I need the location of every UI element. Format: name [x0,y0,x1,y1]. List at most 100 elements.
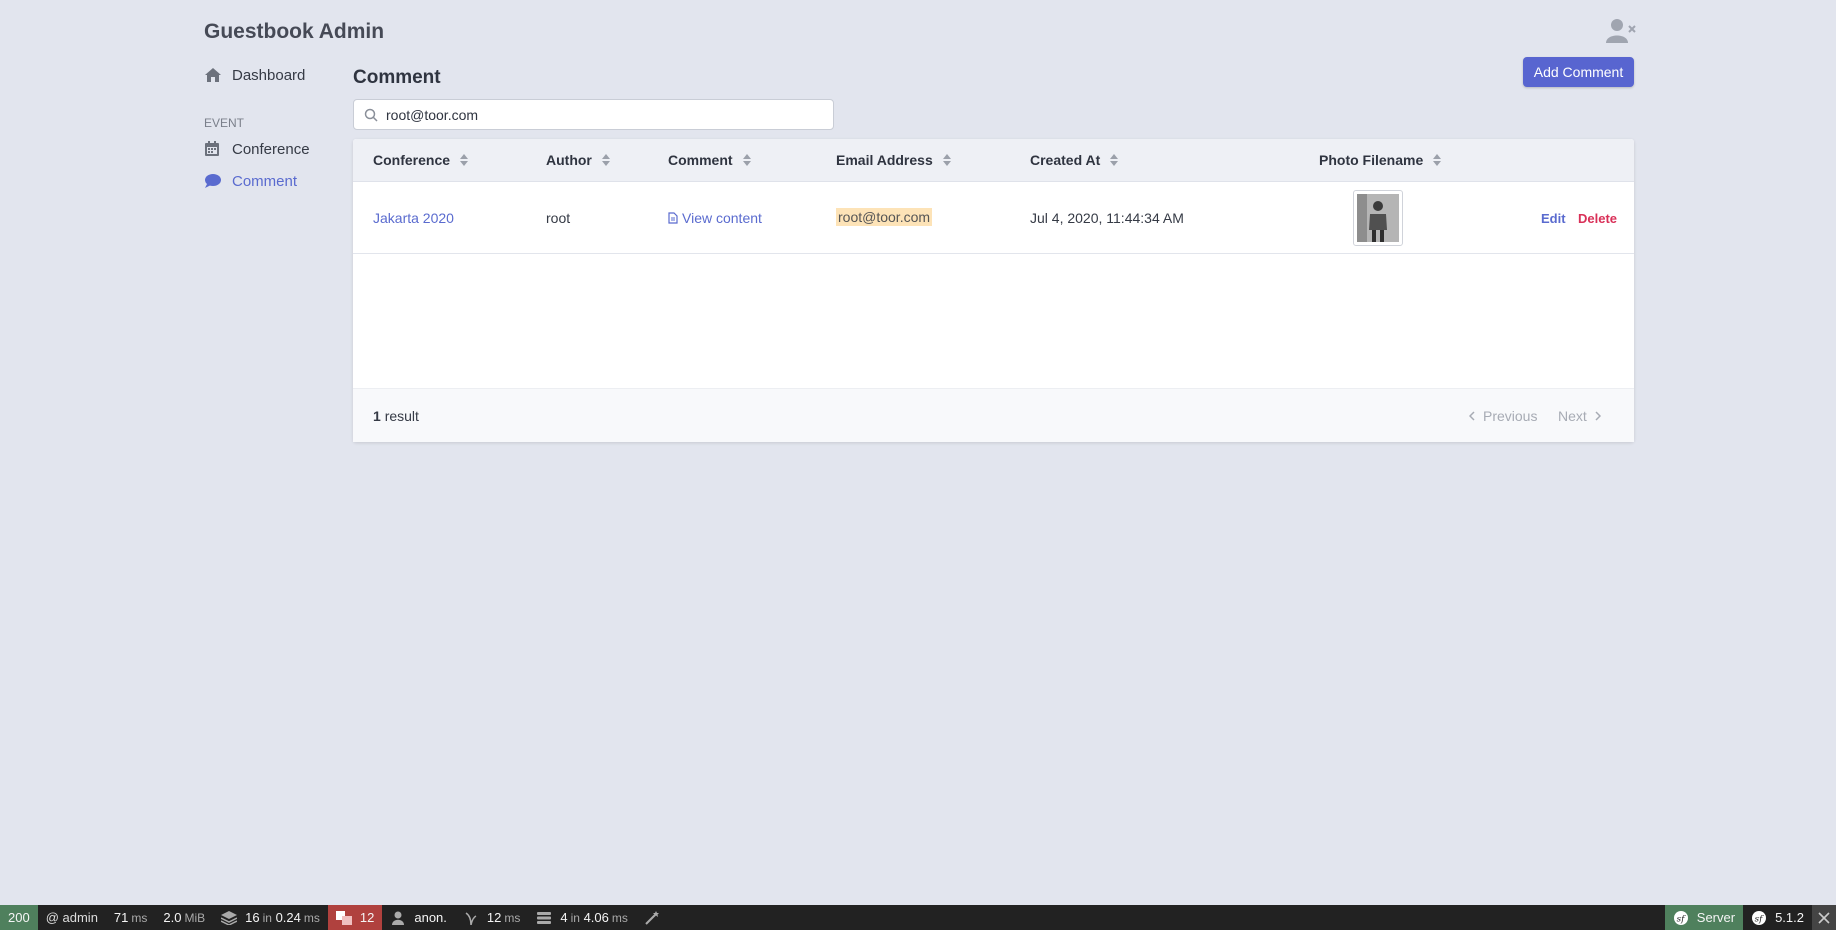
column-photo-filename[interactable]: Photo Filename [1319,152,1442,168]
column-author[interactable]: Author [546,152,610,168]
translation-icon [335,910,352,925]
db-queries: 4 [560,910,568,925]
result-number: 1 [373,408,381,424]
column-created-at[interactable]: Created At [1030,152,1119,168]
server-label: Server [1696,910,1736,925]
file-icon [668,212,678,224]
search-box[interactable] [353,99,834,130]
sidebar-section-event: EVENT [204,116,245,130]
add-comment-button[interactable]: Add Comment [1523,57,1634,87]
previous-label: Previous [1483,408,1538,424]
twig-time: 12 [486,910,502,925]
forms-unit: ms [303,910,320,925]
column-email[interactable]: Email Address [836,152,951,168]
database-icon [537,911,552,924]
user-icon [392,911,405,925]
delete-button[interactable]: Delete [1578,211,1617,226]
layers-icon [221,910,238,925]
memory-unit: MiB [184,910,206,925]
chevron-left-icon [1469,411,1475,421]
sort-icon [1110,154,1119,166]
toolbar-close-button[interactable] [1812,905,1836,930]
status-code[interactable]: 200 [0,905,38,930]
twig-icon [465,911,477,925]
forms-time: 0.24 [275,910,301,925]
sidebar-item-label: Comment [232,172,298,190]
magic-wand-icon [645,910,659,925]
previous-page-button[interactable]: Previous [1469,408,1537,424]
column-label: Author [546,152,592,168]
sidebar: Dashboard EVENT Conference Comment [204,64,344,192]
sidebar-item-label: Conference [232,140,310,158]
debug-toolbar: 200 @ admin 71 ms 2.0 MiB 16 in 0.24 ms 12 a… [0,905,1836,930]
forms-count: 16 [245,910,260,925]
calendar-icon [204,140,224,158]
home-icon [204,66,224,84]
view-content-label: View content [682,210,762,226]
time-unit: ms [131,910,148,925]
table-header: Conference Author Comment Email Address … [353,139,1634,182]
search-icon [364,108,378,122]
sort-icon [742,154,751,166]
conference-link[interactable]: Jakarta 2020 [373,210,454,226]
app-title[interactable]: Guestbook Admin [204,20,384,44]
user-name: anon. [414,910,447,925]
sidebar-item-comment[interactable]: Comment [204,170,344,192]
close-icon [1818,911,1830,924]
chevron-right-icon [1595,411,1601,421]
db-in: in [570,910,580,925]
time-value: 71 [113,910,129,925]
author-cell: root [546,210,571,226]
server-panel[interactable]: sf Server [1664,905,1744,930]
result-count: 1 result [373,408,419,424]
wand-panel[interactable] [636,905,676,930]
version-label: 5.1.2 [1775,910,1804,925]
email-highlight: root@toor.com [836,208,933,226]
translations-panel[interactable]: 12 [327,905,383,930]
symfony-version[interactable]: sf 5.1.2 [1743,905,1812,930]
sidebar-item-conference[interactable]: Conference [204,138,344,160]
photo-image [1357,194,1399,242]
email-cell: root@toor.com [836,208,933,226]
photo-thumbnail[interactable] [1353,190,1403,246]
forms-in: in [262,910,272,925]
column-label: Conference [373,152,451,168]
twig-unit: ms [504,910,521,925]
column-label: Created At [1030,152,1101,168]
edit-button[interactable]: Edit [1541,211,1566,226]
sort-icon [601,154,610,166]
next-page-button[interactable]: Next [1558,408,1601,424]
sidebar-item-label: Dashboard [232,66,306,84]
sidebar-item-dashboard[interactable]: Dashboard [204,64,344,86]
column-comment[interactable]: Comment [668,152,751,168]
db-time: 4.06 [583,910,609,925]
view-content-link[interactable]: View content [668,210,762,226]
search-input[interactable] [386,106,816,123]
result-label: result [384,408,419,424]
symfony-logo-icon: sf [1752,910,1767,925]
column-label: Email Address [836,152,933,168]
database-panel[interactable]: 4 in 4.06 ms [528,905,636,930]
twig-panel[interactable]: 12 ms [455,905,528,930]
next-label: Next [1558,408,1587,424]
forms-panel[interactable]: 16 in 0.24 ms [213,905,328,930]
sort-icon [942,154,951,166]
page-title: Comment [353,67,441,88]
db-unit: ms [611,910,628,925]
route-name[interactable]: @ admin [38,905,106,930]
column-conference[interactable]: Conference [373,152,469,168]
table-footer: 1 result Previous Next [353,388,1634,442]
sort-icon [1433,154,1442,166]
user-logout-icon[interactable] [1606,18,1636,44]
table-row: Jakarta 2020 root View content root@toor… [353,182,1634,254]
column-label: Photo Filename [1319,152,1424,168]
comments-table: Conference Author Comment Email Address … [353,139,1634,442]
translations-count: 12 [359,910,375,925]
symfony-icon: sf [1673,910,1688,925]
request-time[interactable]: 71 ms [106,905,155,930]
created-at-cell: Jul 4, 2020, 11:44:34 AM [1030,210,1184,226]
sort-icon [460,154,469,166]
security-panel[interactable]: anon. [382,905,455,930]
memory-usage[interactable]: 2.0 MiB [155,905,213,930]
column-label: Comment [668,152,733,168]
